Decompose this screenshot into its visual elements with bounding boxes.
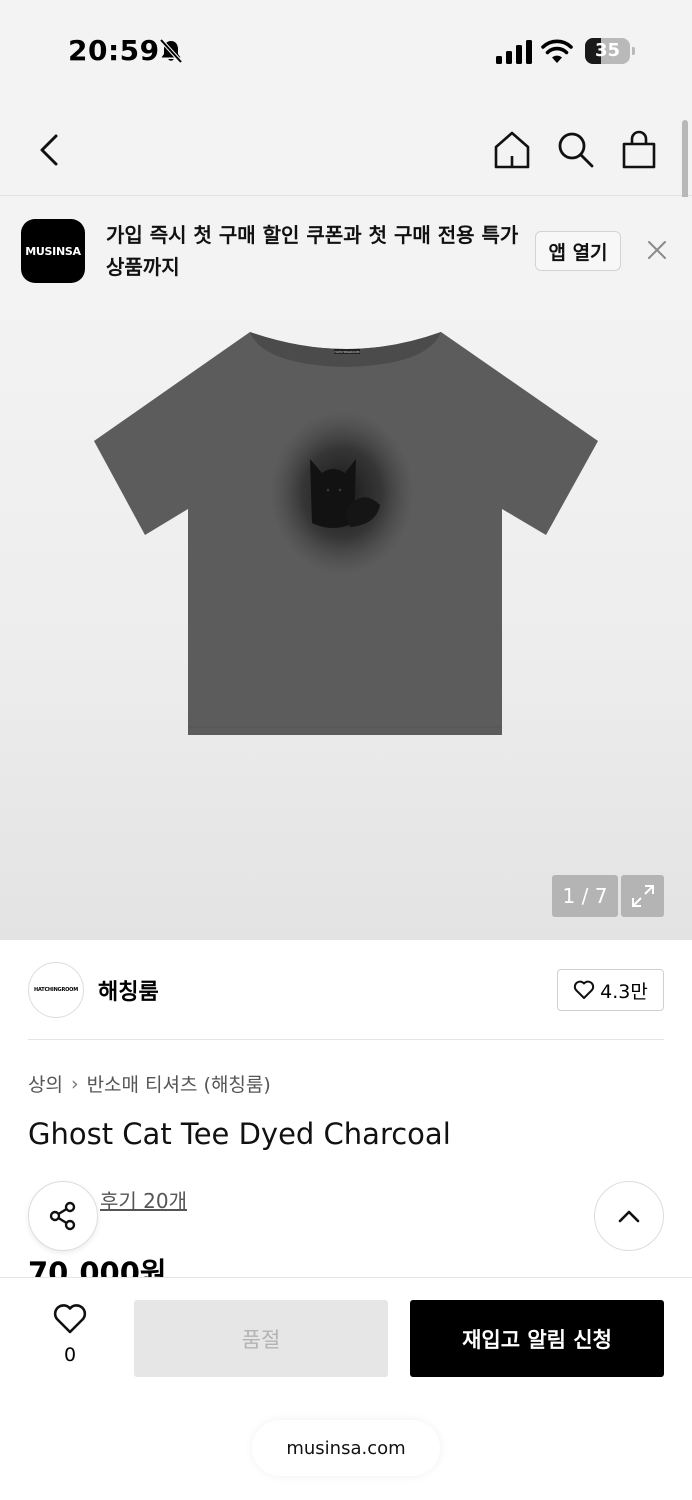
expand-icon	[631, 885, 654, 907]
banner-message: 가입 즉시 첫 구매 할인 쿠폰과 첫 구매 전용 특가 상품까지	[106, 223, 519, 279]
expand-button[interactable]	[621, 875, 664, 917]
breadcrumb-category[interactable]: 상의	[28, 1070, 63, 1097]
neck-label: HATCHINGROOM	[335, 350, 360, 354]
breadcrumb-subcategory[interactable]: 반소매 티셔츠 (해칭룸)	[87, 1070, 271, 1097]
top-navigation	[0, 100, 692, 196]
open-app-button[interactable]: 앱 열기	[535, 231, 621, 271]
scroll-top-button[interactable]	[594, 1181, 664, 1251]
home-icon[interactable]	[492, 130, 532, 170]
brand-like-count: 4.3만	[600, 980, 648, 1003]
breadcrumb: 상의 › 반소매 티셔츠 (해칭룸)	[28, 1070, 271, 1097]
bell-muted-icon	[159, 38, 183, 64]
musinsa-logo: MUSINSA	[21, 219, 85, 283]
product-image-gallery[interactable]: HATCHINGROOM 1 / 7	[0, 297, 692, 940]
product-title: Ghost Cat Tee Dyed Charcoal	[28, 1117, 451, 1151]
heart-icon	[53, 1304, 87, 1334]
status-time: 20:59	[68, 34, 160, 67]
chevron-up-icon	[618, 1210, 640, 1223]
product-info: HATCHINGROOM 해칭룸 4.3만 상의 › 반소매 티셔츠 (해칭룸)…	[0, 940, 692, 1290]
url-bar[interactable]: musinsa.com	[252, 1420, 440, 1476]
battery-level: 35	[594, 40, 621, 61]
cart-icon[interactable]	[619, 130, 659, 170]
cellular-signal-icon	[496, 40, 532, 64]
wishlist-count: 0	[63, 1344, 77, 1366]
chevron-right-icon: ›	[70, 1072, 79, 1095]
divider	[28, 1039, 664, 1040]
share-icon	[49, 1201, 76, 1231]
brand-like-button[interactable]: 4.3만	[557, 969, 664, 1011]
heart-icon	[573, 980, 595, 999]
share-button[interactable]	[28, 1181, 98, 1251]
wifi-icon	[541, 39, 573, 63]
bottom-action-bar: 0 품절 재입고 알림 신청 musinsa.com	[0, 1277, 692, 1500]
wishlist-button[interactable]: 0	[40, 1302, 100, 1366]
status-bar: 20:59 35	[0, 0, 692, 100]
product-image[interactable]: HATCHINGROOM	[0, 297, 692, 940]
brand-logo[interactable]: HATCHINGROOM	[28, 962, 84, 1018]
close-icon[interactable]	[644, 237, 670, 263]
brand-name[interactable]: 해칭룸	[98, 974, 159, 1006]
review-link[interactable]: 후기 20개	[100, 1185, 187, 1214]
image-counter: 1 / 7	[552, 875, 618, 917]
app-install-banner: MUSINSA 가입 즉시 첫 구매 할인 쿠폰과 첫 구매 전용 특가 상품까…	[0, 197, 692, 297]
battery-indicator: 35	[585, 38, 635, 64]
soldout-button: 품절	[134, 1300, 388, 1377]
restock-alert-button[interactable]: 재입고 알림 신청	[410, 1300, 664, 1377]
back-icon[interactable]	[30, 130, 70, 170]
search-icon[interactable]	[555, 130, 595, 170]
